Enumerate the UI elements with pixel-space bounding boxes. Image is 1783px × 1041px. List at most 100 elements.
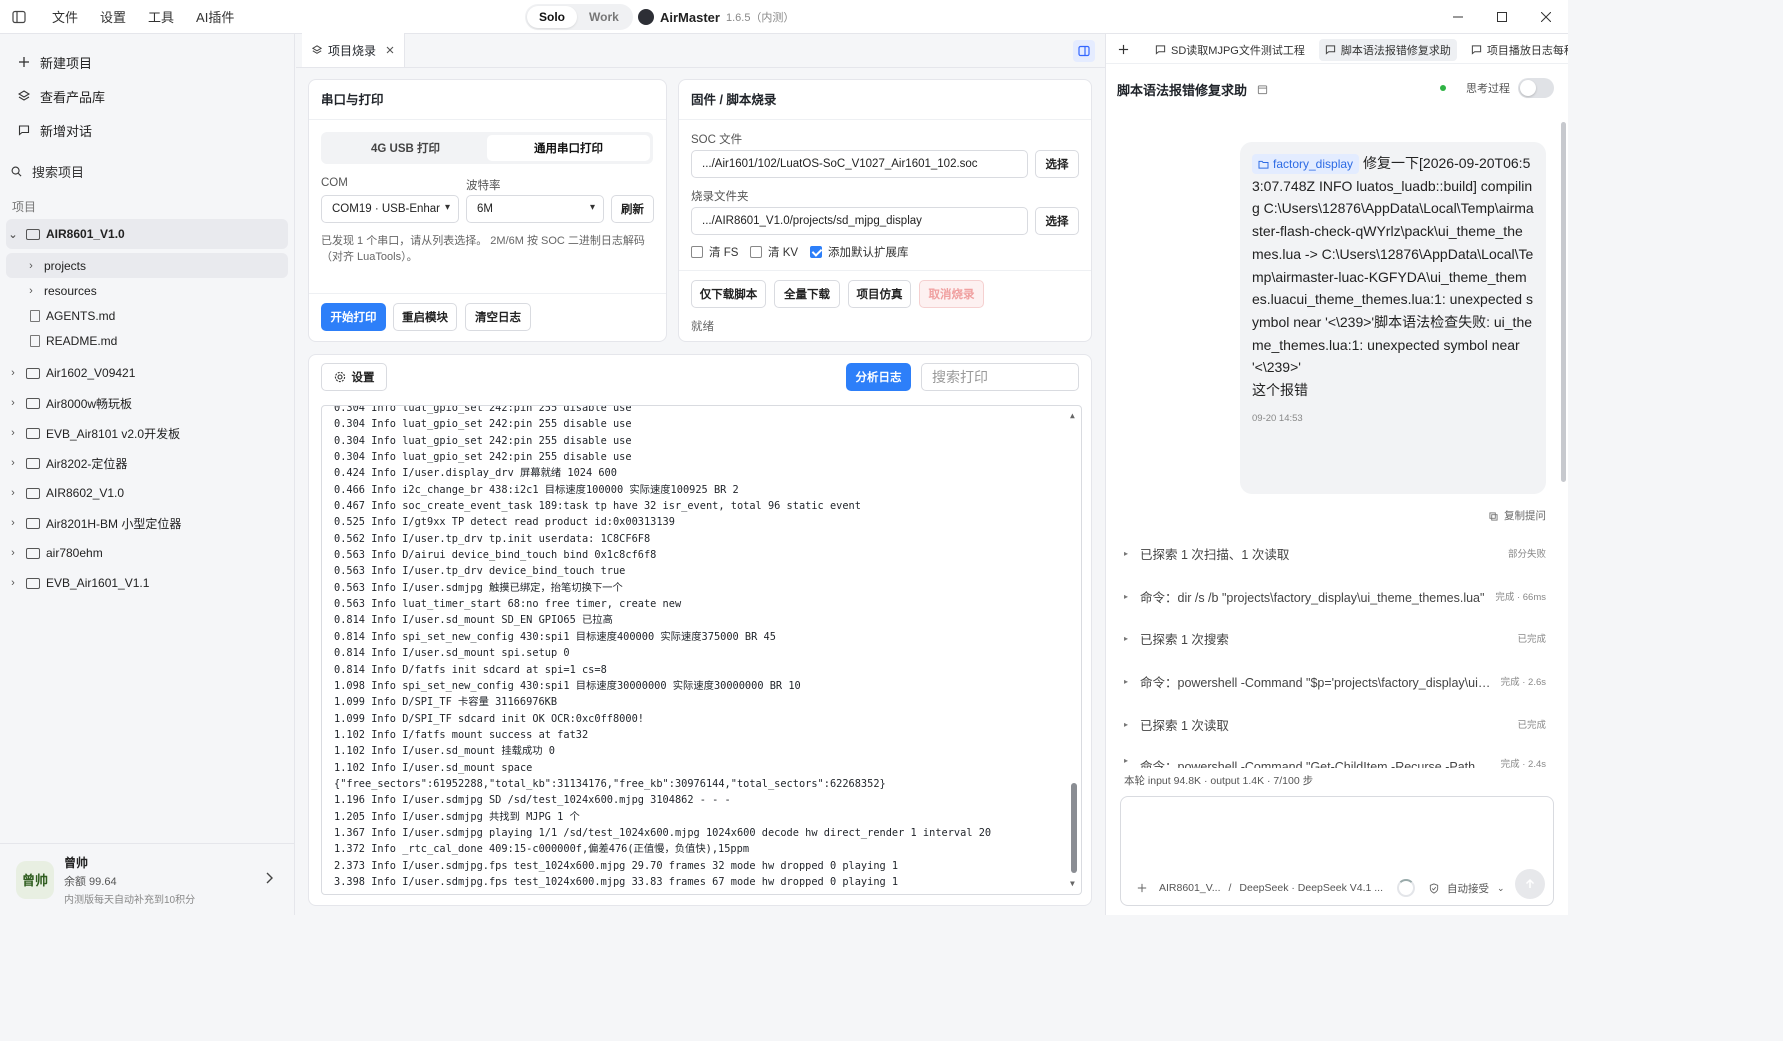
chat-composer[interactable]: AIR8601_V... / DeepSeek · DeepSeek V4.1 … (1120, 796, 1554, 906)
simulate-button[interactable]: 项目仿真 (848, 280, 911, 308)
auto-accept-selector[interactable]: 自动接受 (1447, 881, 1489, 896)
tree-root[interactable]: ⌄ AIR8601_V1.0 (6, 219, 288, 249)
mode-work[interactable]: Work (577, 6, 631, 28)
scroll-down-icon[interactable]: ▼ (1070, 876, 1075, 892)
agent-step[interactable]: ▸ 已探索 1 次搜索 已完成 (1124, 628, 1546, 648)
chat-tab[interactable]: SD读取MJPG文件测试工程 (1149, 39, 1311, 61)
checkbox-label: 清 KV (768, 247, 799, 259)
log-line: 0.563 Info luat_timer_start 68:no free t… (334, 598, 682, 611)
attach-plus-icon[interactable] (1137, 883, 1147, 893)
seg-usb-print[interactable]: 4G USB 打印 (324, 135, 487, 161)
choose-folder-button[interactable]: 选择 (1035, 207, 1079, 235)
loading-spinner-icon (1397, 879, 1416, 897)
log-settings-button[interactable]: 设置 (321, 363, 387, 391)
calendar-icon[interactable] (1257, 84, 1268, 95)
choose-soc-button[interactable]: 选择 (1035, 150, 1079, 178)
tree-item-projects[interactable]: › projects (6, 253, 288, 278)
new-project-button[interactable]: 新建项目 (0, 45, 294, 79)
folder-icon (26, 577, 40, 589)
agent-step[interactable]: ▸ 命令：powershell -Command "$p='projects\fa… (1124, 671, 1546, 691)
serial-card: 串口与打印 4G USB 打印 通用串口打印 COM 波特率 COM19 · U… (308, 79, 667, 342)
tree-item-resources[interactable]: › resources (6, 278, 288, 303)
tree-project[interactable]: › Air1602_V09421 (6, 358, 288, 388)
tree-project[interactable]: › air780ehm (6, 538, 288, 568)
agent-step[interactable]: ▸ 命令：dir /s /b "projects\factory_display\… (1124, 586, 1546, 606)
product-library-button[interactable]: 查看产品库 (0, 79, 294, 113)
chat-header: 脚本语法报错修复求助 思考过程 (1106, 64, 1568, 114)
menu-file[interactable]: 文件 (52, 7, 78, 26)
tree-file-readme[interactable]: README.md (6, 328, 288, 353)
split-view-icon[interactable] (1073, 40, 1095, 62)
chevron-down-icon[interactable]: ⌄ (1497, 883, 1505, 894)
maximize-icon[interactable] (1480, 0, 1524, 34)
clear-kv-checkbox[interactable]: 清 KV (750, 244, 798, 260)
refresh-button[interactable]: 刷新 (611, 195, 654, 223)
menu-settings[interactable]: 设置 (100, 7, 126, 26)
tree-project[interactable]: › AIR8602_V1.0 (6, 478, 288, 508)
flash-folder-input[interactable]: .../AIR8601_V1.0/projects/sd_mjpg_displa… (691, 207, 1028, 235)
close-window-icon[interactable] (1524, 0, 1568, 34)
new-chat-button[interactable]: 新增对话 (0, 113, 294, 147)
tree-file-label: AGENTS.md (46, 308, 116, 323)
project-search[interactable]: 搜索项目 (0, 153, 294, 189)
serial-card-title: 串口与打印 (309, 80, 666, 120)
restart-module-button[interactable]: 重启模块 (393, 303, 457, 331)
chat-tab[interactable]: 项目播放日志每秒 (1465, 39, 1568, 61)
log-search-input[interactable]: 搜索打印 (921, 363, 1079, 391)
serial-hint: 已发现 1 个串口，请从列表选择。 2M/6M 按 SOC 二进制日志解码（对齐… (321, 235, 645, 263)
log-scrollbar[interactable]: ▲ ▼ (1069, 408, 1079, 892)
baud-select[interactable]: 6M ▾ (466, 195, 604, 223)
log-line: 1.372 Info _rtc_cal_done 409:15-c000000f… (334, 843, 750, 856)
step-text: 已探索 1 次读取 (1140, 718, 1229, 733)
tree-project[interactable]: › EVB_Air1601_V1.1 (6, 568, 288, 598)
chat-scrollbar[interactable] (1560, 122, 1568, 772)
seg-serial-print[interactable]: 通用串口打印 (487, 135, 650, 161)
default-lib-checkbox[interactable]: 添加默认扩展库 (810, 244, 909, 260)
tree-project[interactable]: › Air8201H-BM 小型定位器 (6, 508, 288, 538)
log-line: 1.098 Info spi_set_new_config 430:spi1 目… (334, 679, 801, 692)
clear-fs-checkbox[interactable]: 清 FS (691, 244, 738, 260)
step-status: 完成 · 2.4s (1500, 759, 1546, 768)
log-line: 1.367 Info I/user.sdmjpg playing 1/1 /sd… (334, 826, 992, 839)
soc-file-input[interactable]: .../Air1601/102/LuatOS-SoC_V1027_Air1601… (691, 150, 1028, 178)
agent-step[interactable]: ▸ 命令：powershell -Command "Get-ChildItem -… (1124, 756, 1546, 768)
start-print-button[interactable]: 开始打印 (321, 303, 386, 331)
minimize-icon[interactable] (1436, 0, 1480, 34)
chevron-right-icon[interactable] (265, 872, 273, 884)
model-selector[interactable]: DeepSeek · DeepSeek V4.1 ... (1239, 882, 1383, 894)
chat-tab-active[interactable]: 脚本语法报错修复求助 (1318, 38, 1457, 61)
dir-label: 烧录文件夹 (691, 191, 749, 203)
tree-project[interactable]: › Air8202-定位器 (6, 448, 288, 478)
tree-file-agents[interactable]: AGENTS.md (6, 303, 288, 328)
com-select[interactable]: COM19 · USB-Enhar ▾ (321, 195, 459, 223)
full-download-button[interactable]: 全量下载 (774, 280, 840, 308)
copy-question-button[interactable]: 复制提问 (1489, 508, 1546, 523)
new-tab-icon[interactable] (1118, 44, 1129, 55)
scroll-thumb[interactable] (1561, 122, 1566, 482)
analyze-log-button[interactable]: 分析日志 (846, 363, 911, 391)
agent-step[interactable]: ▸ 已探索 1 次扫描、1 次读取 部分失败 (1124, 543, 1546, 563)
mode-solo[interactable]: Solo (527, 6, 577, 28)
path-separator: / (1228, 882, 1232, 894)
log-output[interactable]: 0.304 Info luat_gpio_set 242:pin 255 dis… (321, 405, 1082, 895)
step-status: 已完成 (1517, 634, 1546, 645)
scroll-thumb[interactable] (1071, 783, 1077, 873)
cancel-flash-button[interactable]: 取消烧录 (919, 280, 984, 308)
menu-tools[interactable]: 工具 (148, 7, 174, 26)
think-toggle[interactable] (1518, 78, 1554, 98)
download-script-button[interactable]: 仅下载脚本 (691, 280, 766, 308)
sidebar-toggle-icon[interactable] (10, 8, 28, 26)
menu-ai-plugins[interactable]: AI插件 (196, 7, 234, 26)
context-chip[interactable]: factory_display (1252, 154, 1360, 175)
clear-log-button[interactable]: 清空日志 (465, 303, 531, 331)
user-panel[interactable]: 曾帅 曾帅 余额 99.64 内测版每天自动补充到10积分 (0, 843, 295, 915)
scroll-up-icon[interactable]: ▲ (1070, 408, 1075, 424)
project-selector[interactable]: AIR8601_V... (1159, 882, 1221, 894)
tree-project[interactable]: › Air8000w畅玩板 (6, 388, 288, 418)
new-chat-label: 新增对话 (40, 123, 93, 139)
send-button[interactable] (1515, 869, 1545, 899)
tree-project[interactable]: › EVB_Air8101 v2.0开发板 (6, 418, 288, 448)
tab-flash[interactable]: 项目烧录 (302, 33, 406, 67)
close-icon[interactable] (386, 46, 394, 54)
agent-step[interactable]: ▸ 已探索 1 次读取 已完成 (1124, 714, 1546, 734)
